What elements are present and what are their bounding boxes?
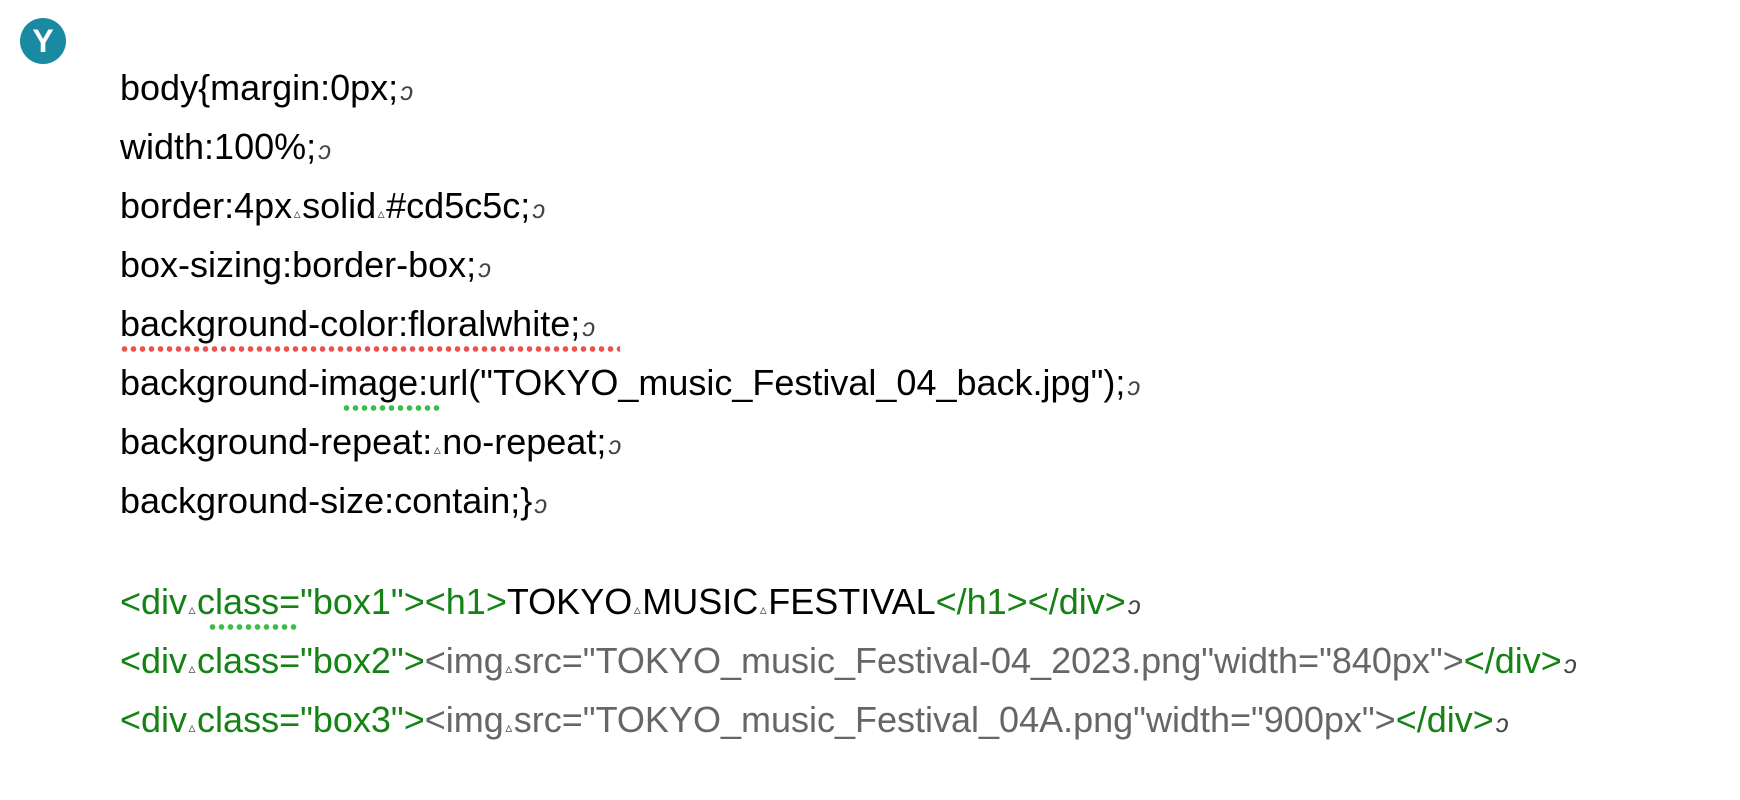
code-line[interactable]: body{margin:0px;ↄ bbox=[120, 58, 1720, 117]
space-marker-icon: ▵ bbox=[505, 719, 513, 735]
code-attribute: <img bbox=[424, 699, 504, 740]
code-text: body{margin:0px; bbox=[120, 67, 399, 108]
blank-line[interactable] bbox=[120, 530, 1720, 572]
newline-marker-icon: ↄ bbox=[1127, 590, 1141, 620]
spelling-error-underline[interactable] bbox=[120, 346, 620, 352]
code-text: border:4px bbox=[120, 185, 293, 226]
avatar: Y bbox=[20, 18, 66, 64]
code-tag: <div bbox=[120, 640, 188, 681]
code-tag: </div> bbox=[1395, 699, 1494, 740]
code-text: background-color:floralwhite; bbox=[120, 303, 581, 344]
newline-marker-icon: ↄ bbox=[478, 253, 492, 283]
code-text: background-repeat: bbox=[120, 421, 433, 462]
code-line[interactable]: background-color:floralwhite;ↄ bbox=[120, 294, 1720, 353]
code-line[interactable]: <div▵class="box2"><img▵src="TOKYO_music_… bbox=[120, 631, 1720, 690]
code-text: width:100%; bbox=[120, 126, 317, 167]
newline-marker-icon: ↄ bbox=[1495, 708, 1509, 738]
newline-marker-icon: ↄ bbox=[318, 135, 332, 165]
code-tag: </div> bbox=[1463, 640, 1562, 681]
code-line[interactable]: box-sizing:border-box;ↄ bbox=[120, 235, 1720, 294]
code-tag: class="box1"> bbox=[197, 581, 425, 622]
newline-marker-icon: ↄ bbox=[532, 194, 546, 224]
code-tag: </h1></div> bbox=[935, 581, 1126, 622]
code-line[interactable]: <div▵class="box1"><h1>TOKYO▵MUSIC▵FESTIV… bbox=[120, 572, 1720, 631]
code-text: background-image:url("TOKYO_music_Festiv… bbox=[120, 362, 1126, 403]
newline-marker-icon: ↄ bbox=[534, 489, 548, 519]
newline-marker-icon: ↄ bbox=[400, 76, 414, 106]
code-tag: <h1> bbox=[424, 581, 507, 622]
code-line[interactable]: <div▵class="box3"><img▵src="TOKYO_music_… bbox=[120, 690, 1720, 749]
code-line[interactable]: background-repeat:▵no-repeat;ↄ bbox=[120, 412, 1720, 471]
code-attribute: <img bbox=[424, 640, 504, 681]
code-text: FESTIVAL bbox=[768, 581, 936, 622]
code-editor[interactable]: body{margin:0px;ↄ width:100%;ↄ border:4p… bbox=[120, 58, 1720, 749]
suggestion-underline[interactable] bbox=[342, 405, 442, 411]
code-line[interactable]: background-image:url("TOKYO_music_Festiv… bbox=[120, 353, 1720, 412]
code-tag: <div bbox=[120, 699, 188, 740]
code-tag: class="box2"> bbox=[197, 640, 425, 681]
newline-marker-icon: ↄ bbox=[1563, 649, 1577, 679]
code-text: MUSIC bbox=[642, 581, 759, 622]
suggestion-underline[interactable] bbox=[208, 624, 298, 630]
newline-marker-icon: ↄ bbox=[1127, 371, 1141, 401]
code-attribute: src="TOKYO_music_Festival_04A.png"width=… bbox=[513, 699, 1396, 740]
code-line[interactable]: background-size:contain;}ↄ bbox=[120, 471, 1720, 530]
code-text: #cd5c5c; bbox=[386, 185, 531, 226]
code-tag: <div bbox=[120, 581, 188, 622]
code-tag: class="box3"> bbox=[197, 699, 425, 740]
code-text: TOKYO bbox=[506, 581, 633, 622]
code-attribute: src="TOKYO_music_Festival-04_2023.png"wi… bbox=[513, 640, 1464, 681]
code-line[interactable]: border:4px▵solid▵#cd5c5c;ↄ bbox=[120, 176, 1720, 235]
code-text: box-sizing:border-box; bbox=[120, 244, 477, 285]
code-text: no-repeat; bbox=[442, 421, 607, 462]
code-text: solid bbox=[302, 185, 377, 226]
newline-marker-icon: ↄ bbox=[608, 430, 622, 460]
code-text: background-size:contain;} bbox=[120, 480, 533, 521]
code-line[interactable]: width:100%;ↄ bbox=[120, 117, 1720, 176]
space-marker-icon: ▵ bbox=[188, 719, 196, 735]
